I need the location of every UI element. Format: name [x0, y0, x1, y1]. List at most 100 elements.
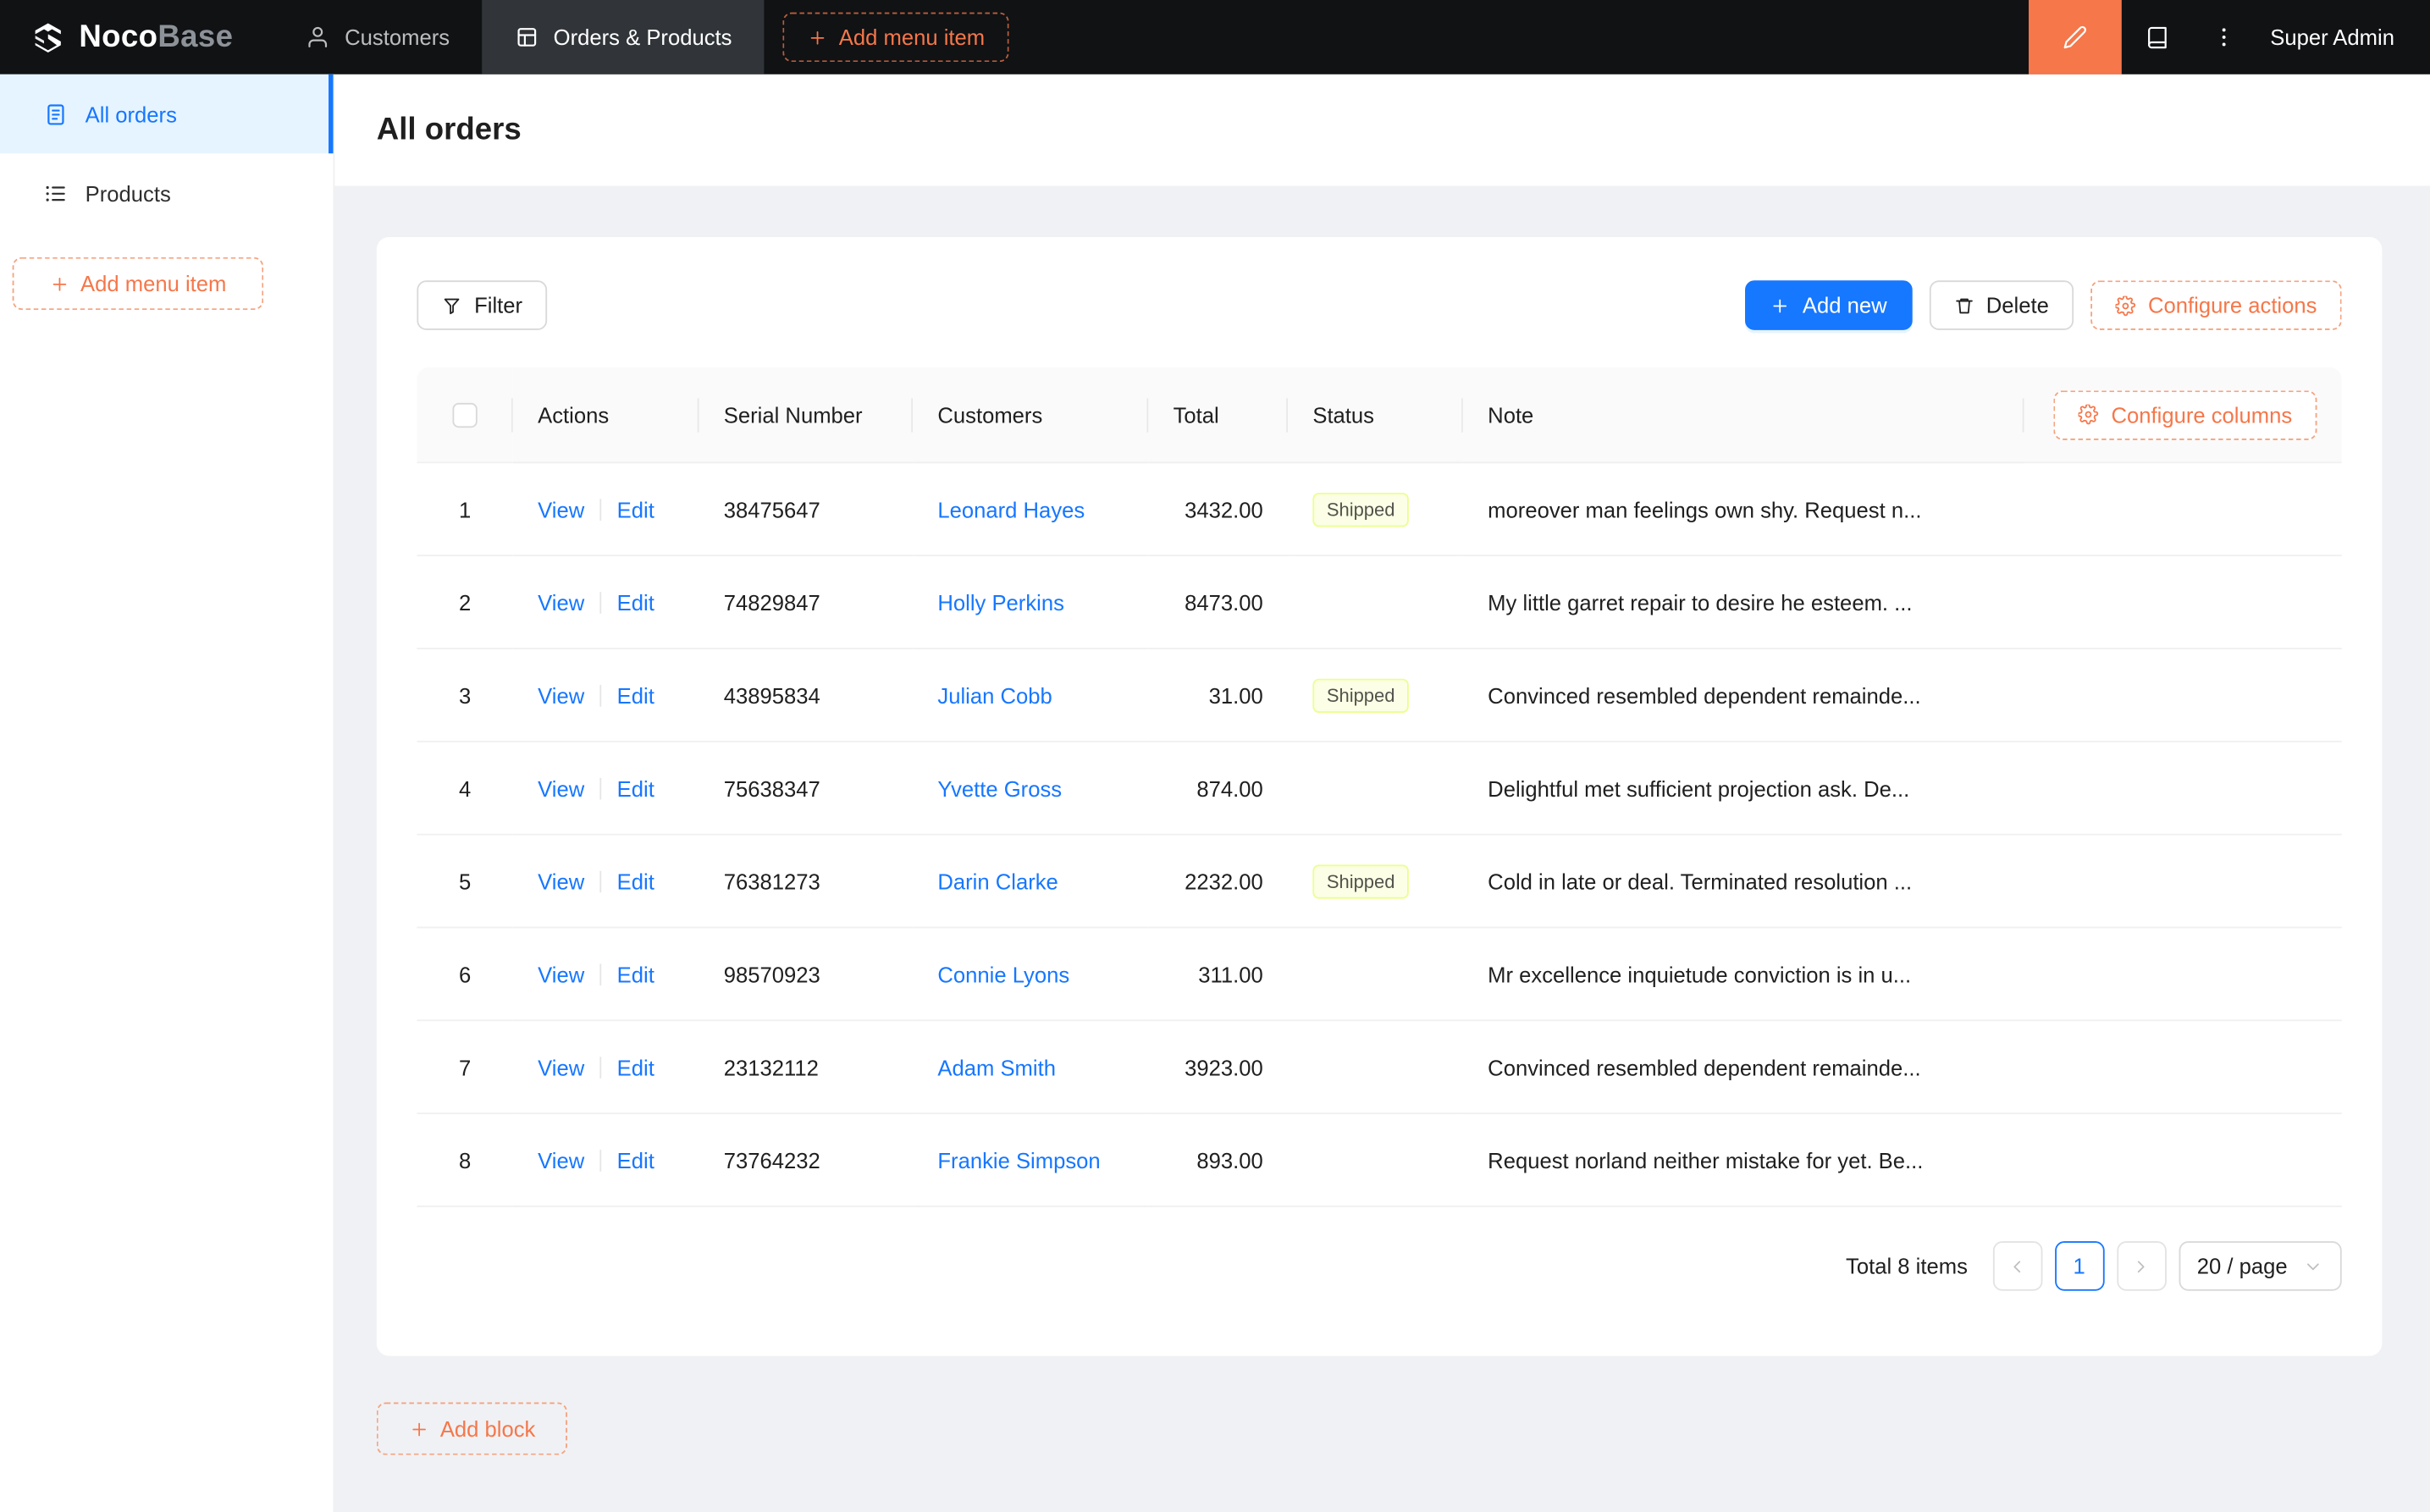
table-row: 3 ViewEdit 43895834 Julian Cobb 31.00 Sh…	[417, 649, 2341, 742]
table-row: 8 ViewEdit 73764232 Frankie Simpson 893.…	[417, 1114, 2341, 1207]
nocobase-brand[interactable]: NocoBase	[0, 0, 273, 74]
configure-actions-button[interactable]: Configure actions	[2090, 280, 2341, 330]
sidebar-item-all-orders[interactable]: All orders	[0, 74, 334, 153]
pagination-page-1[interactable]: 1	[2054, 1241, 2104, 1291]
total-cell: 8473.00	[1148, 556, 1288, 649]
page-title: All orders	[377, 113, 522, 148]
note-cell: moreover man feelings own shy. Request n…	[1463, 463, 2024, 556]
customer-link[interactable]: Frankie Simpson	[937, 1147, 1100, 1172]
table-row: 4 ViewEdit 75638347 Yvette Gross 874.00 …	[417, 742, 2341, 836]
table-row: 6 ViewEdit 98570923 Connie Lyons 311.00 …	[417, 928, 2341, 1021]
filter-button[interactable]: Filter	[417, 280, 547, 330]
row-index: 6	[417, 928, 512, 1021]
navbar-add-menu-item-button[interactable]: Add menu item	[783, 13, 1010, 63]
sidebar: All orders Products Add menu item	[0, 74, 334, 1512]
serial-cell: 76381273	[699, 836, 914, 929]
chevron-down-icon	[2303, 1256, 2323, 1277]
table-row: 2 ViewEdit 74829847 Holly Perkins 8473.0…	[417, 556, 2341, 649]
edit-link[interactable]: Edit	[617, 775, 654, 800]
total-cell: 31.00	[1148, 649, 1288, 742]
book-icon	[2145, 25, 2169, 49]
gear-icon	[2116, 295, 2136, 316]
ui-editor-button[interactable]	[2029, 0, 2122, 74]
edit-link[interactable]: Edit	[617, 962, 654, 986]
customer-link[interactable]: Julian Cobb	[937, 682, 1052, 707]
column-header-note: Note	[1463, 367, 2024, 463]
edit-link[interactable]: Edit	[617, 497, 654, 521]
pagination: Total 8 items 1 20 / page	[417, 1241, 2341, 1291]
delete-button[interactable]: Delete	[1929, 280, 2074, 330]
edit-link[interactable]: Edit	[617, 682, 654, 707]
plus-icon	[49, 273, 69, 294]
serial-cell: 73764232	[699, 1114, 914, 1207]
customer-link[interactable]: Holly Perkins	[937, 589, 1064, 614]
customer-link[interactable]: Yvette Gross	[937, 775, 1062, 800]
form-icon	[515, 25, 539, 49]
sidebar-add-menu-item-button[interactable]: Add menu item	[13, 257, 264, 310]
edit-link[interactable]: Edit	[617, 589, 654, 614]
row-index: 4	[417, 742, 512, 836]
pagination-next-button[interactable]	[2117, 1241, 2167, 1291]
serial-cell: 23132112	[699, 1021, 914, 1114]
plus-icon	[409, 1419, 429, 1439]
divider	[600, 591, 602, 613]
table-row: 1 ViewEdit 38475647 Leonard Hayes 3432.0…	[417, 463, 2341, 556]
status-tag: Shipped	[1312, 864, 1409, 897]
column-header-total: Total	[1148, 367, 1288, 463]
sidebar-item-products[interactable]: Products	[0, 153, 334, 232]
add-block-button[interactable]: Add block	[377, 1403, 568, 1455]
total-cell: 874.00	[1148, 742, 1288, 836]
user-icon	[306, 25, 330, 49]
customer-link[interactable]: Leonard Hayes	[937, 497, 1085, 521]
serial-cell: 98570923	[699, 928, 914, 1021]
view-link[interactable]: View	[538, 1055, 584, 1079]
api-doc-button[interactable]	[2122, 0, 2193, 74]
app-window: NocoBase Customers Orders & Products Add…	[0, 0, 2430, 1512]
divider	[600, 684, 602, 706]
main-area: All orders Filter	[334, 74, 2430, 1512]
status-tag: Shipped	[1312, 492, 1409, 526]
table-block: Filter Add new Delete	[377, 237, 2383, 1356]
pagination-prev-button[interactable]	[1992, 1241, 2042, 1291]
filter-icon	[442, 295, 462, 316]
row-index: 8	[417, 1114, 512, 1207]
add-new-button[interactable]: Add new	[1745, 280, 1912, 330]
customer-link[interactable]: Darin Clarke	[937, 869, 1058, 893]
view-link[interactable]: View	[538, 682, 584, 707]
select-all-checkbox[interactable]	[452, 403, 477, 428]
note-cell: Request norland neither mistake for yet.…	[1463, 1114, 2024, 1207]
plus-icon	[808, 27, 828, 47]
view-link[interactable]: View	[538, 1147, 584, 1172]
table-toolbar: Filter Add new Delete	[417, 280, 2341, 330]
note-cell: Mr excellence inquietude conviction is i…	[1463, 928, 2024, 1021]
menu-item-customers[interactable]: Customers	[273, 0, 483, 74]
view-link[interactable]: View	[538, 869, 584, 893]
edit-link[interactable]: Edit	[617, 1147, 654, 1172]
plus-icon	[1770, 295, 1790, 316]
sidebar-item-label: Products	[86, 180, 171, 205]
divider	[600, 777, 602, 799]
chevron-right-icon	[2131, 1256, 2151, 1277]
page-size-select[interactable]: 20 / page	[2179, 1241, 2342, 1291]
customer-link[interactable]: Adam Smith	[937, 1055, 1056, 1079]
view-link[interactable]: View	[538, 775, 584, 800]
configure-columns-button[interactable]: Configure columns	[2054, 389, 2317, 439]
menu-item-orders-products[interactable]: Orders & Products	[482, 0, 764, 74]
edit-link[interactable]: Edit	[617, 869, 654, 893]
user-menu[interactable]: Super Admin	[2255, 0, 2430, 74]
note-cell: Cold in late or deal. Terminated resolut…	[1463, 836, 2024, 929]
edit-link[interactable]: Edit	[617, 1055, 654, 1079]
view-link[interactable]: View	[538, 497, 584, 521]
vertical-ellipsis-icon	[2212, 25, 2236, 49]
divider	[600, 870, 602, 892]
more-actions-button[interactable]	[2193, 0, 2255, 74]
row-index: 2	[417, 556, 512, 649]
divider	[600, 498, 602, 520]
list-icon	[43, 180, 68, 205]
view-link[interactable]: View	[538, 589, 584, 614]
note-cell: My little garret repair to desire he est…	[1463, 556, 2024, 649]
view-link[interactable]: View	[538, 962, 584, 986]
table-row: 7 ViewEdit 23132112 Adam Smith 3923.00 C…	[417, 1021, 2341, 1114]
row-index: 7	[417, 1021, 512, 1114]
customer-link[interactable]: Connie Lyons	[937, 962, 1069, 986]
